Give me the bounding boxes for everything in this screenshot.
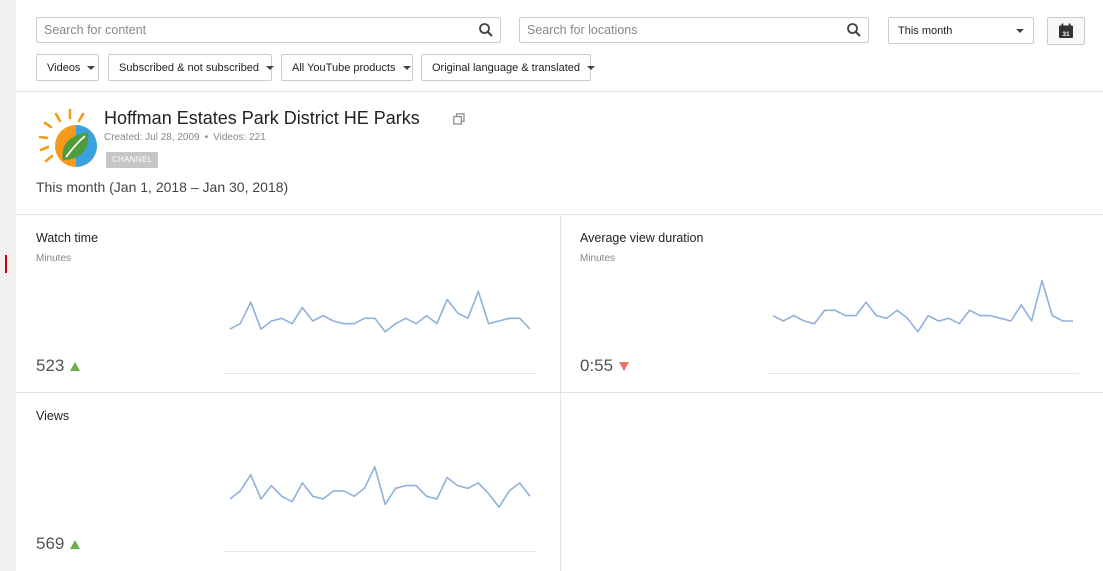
subscription-status-label: Subscribed & not subscribed [119, 61, 260, 74]
sidebar-active-indicator [5, 255, 7, 273]
sparkline-series [229, 466, 531, 508]
analytics-panel: This month 31 Videos Subscribed & not su… [16, 0, 1103, 571]
date-range-dropdown[interactable]: This month [888, 17, 1034, 44]
chevron-down-icon [402, 65, 411, 70]
channel-title: Hoffman Estates Park District HE Parks [104, 108, 420, 128]
chevron-down-icon [586, 65, 595, 70]
content-search-input[interactable] [37, 18, 500, 42]
content-type-dropdown[interactable]: Videos [36, 54, 99, 81]
metric-value: 0:55 [580, 356, 630, 376]
metric-title: Watch time [36, 231, 99, 245]
channel-created: Created: Jul 28, 2009 [104, 132, 200, 143]
metric-value-text: 0:55 [580, 356, 614, 375]
chevron-down-icon [1016, 28, 1024, 33]
channel-meta: Created: Jul 28, 2009 • Videos: 221 [104, 132, 266, 143]
metric-value: 523 [36, 356, 81, 376]
date-range-label: This month [898, 24, 953, 37]
sparkline-series [229, 290, 531, 333]
metric-value: 569 [36, 534, 81, 554]
calendar-icon: 31 [1059, 23, 1073, 38]
sparkline-series [772, 279, 1073, 333]
card-divider [560, 214, 561, 571]
language-dropdown[interactable]: Original language & translated [421, 54, 595, 81]
metric-sparkline [224, 290, 536, 374]
calendar-button[interactable]: 31 [1047, 17, 1085, 45]
metric-sparkline [224, 466, 536, 552]
content-type-label: Videos [47, 61, 81, 74]
calendar-day: 31 [1062, 31, 1070, 38]
channel-video-count: Videos: 221 [213, 132, 266, 143]
youtube-products-label: All YouTube products [292, 61, 396, 74]
search-icon[interactable] [846, 22, 862, 38]
left-sidebar-rail [0, 0, 16, 571]
content-search [36, 17, 501, 43]
location-search-input[interactable] [520, 18, 868, 42]
chevron-down-icon [87, 65, 96, 70]
language-label: Original language & translated [432, 61, 580, 74]
search-icon[interactable] [478, 22, 494, 38]
metric-value-text: 569 [36, 534, 65, 553]
metric-value-text: 523 [36, 356, 65, 375]
subscription-status-dropdown[interactable]: Subscribed & not subscribed [108, 54, 275, 81]
location-search [519, 17, 869, 43]
metric-unit: Minutes [580, 253, 616, 264]
trend-up-icon [70, 361, 81, 371]
metric-sparkline [767, 279, 1079, 374]
trend-up-icon [70, 539, 81, 549]
youtube-products-dropdown[interactable]: All YouTube products [281, 54, 413, 81]
channel-logo [38, 108, 97, 167]
divider [16, 91, 1103, 92]
channel-badge: CHANNEL [106, 152, 159, 168]
metric-title: Average view duration [580, 231, 704, 245]
metric-unit: Minutes [36, 253, 72, 264]
external-link-icon[interactable] [453, 113, 465, 125]
chevron-down-icon [266, 65, 275, 70]
metric-title: Views [36, 409, 70, 423]
trend-down-icon [619, 361, 630, 371]
reporting-period: This month (Jan 1, 2018 – Jan 30, 2018) [36, 179, 289, 195]
